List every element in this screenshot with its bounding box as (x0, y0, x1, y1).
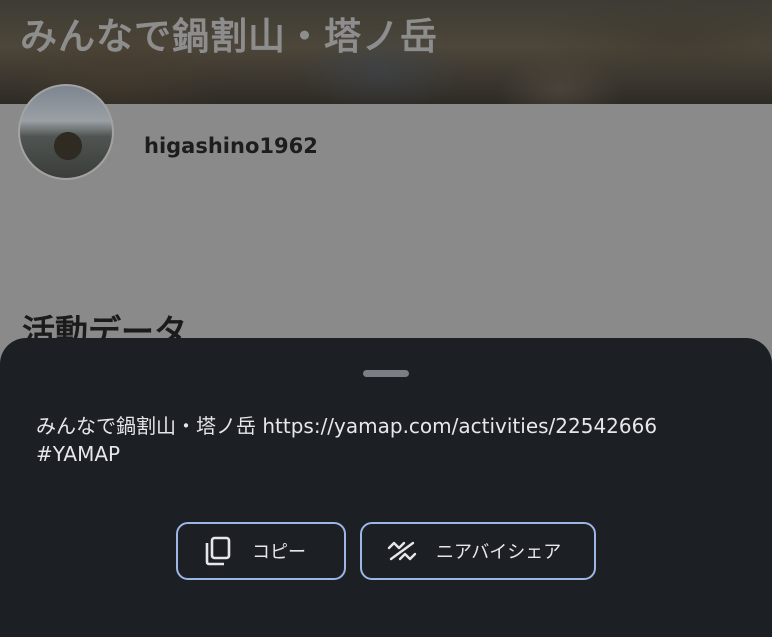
copy-button[interactable]: コピー (176, 522, 346, 580)
share-bottom-sheet: みんなで鍋割山・塔ノ岳 https://yamap.com/activities… (0, 338, 772, 637)
drag-handle[interactable] (363, 370, 409, 377)
share-text-hashtag: #YAMAP (36, 442, 121, 466)
copy-icon (202, 535, 234, 567)
nearby-share-button[interactable]: ニアバイシェア (360, 522, 596, 580)
hero-image: みんなで鍋割山・塔ノ岳 (0, 0, 772, 104)
share-text-line: みんなで鍋割山・塔ノ岳 https://yamap.com/activities… (36, 414, 658, 438)
username[interactable]: higashino1962 (144, 134, 318, 158)
share-text: みんなで鍋割山・塔ノ岳 https://yamap.com/activities… (36, 412, 736, 468)
nearby-share-icon (386, 535, 418, 567)
page-title: みんなで鍋割山・塔ノ岳 (20, 15, 438, 58)
avatar[interactable] (18, 84, 114, 180)
nearby-share-button-label: ニアバイシェア (436, 542, 562, 563)
copy-button-label: コピー (252, 542, 306, 563)
